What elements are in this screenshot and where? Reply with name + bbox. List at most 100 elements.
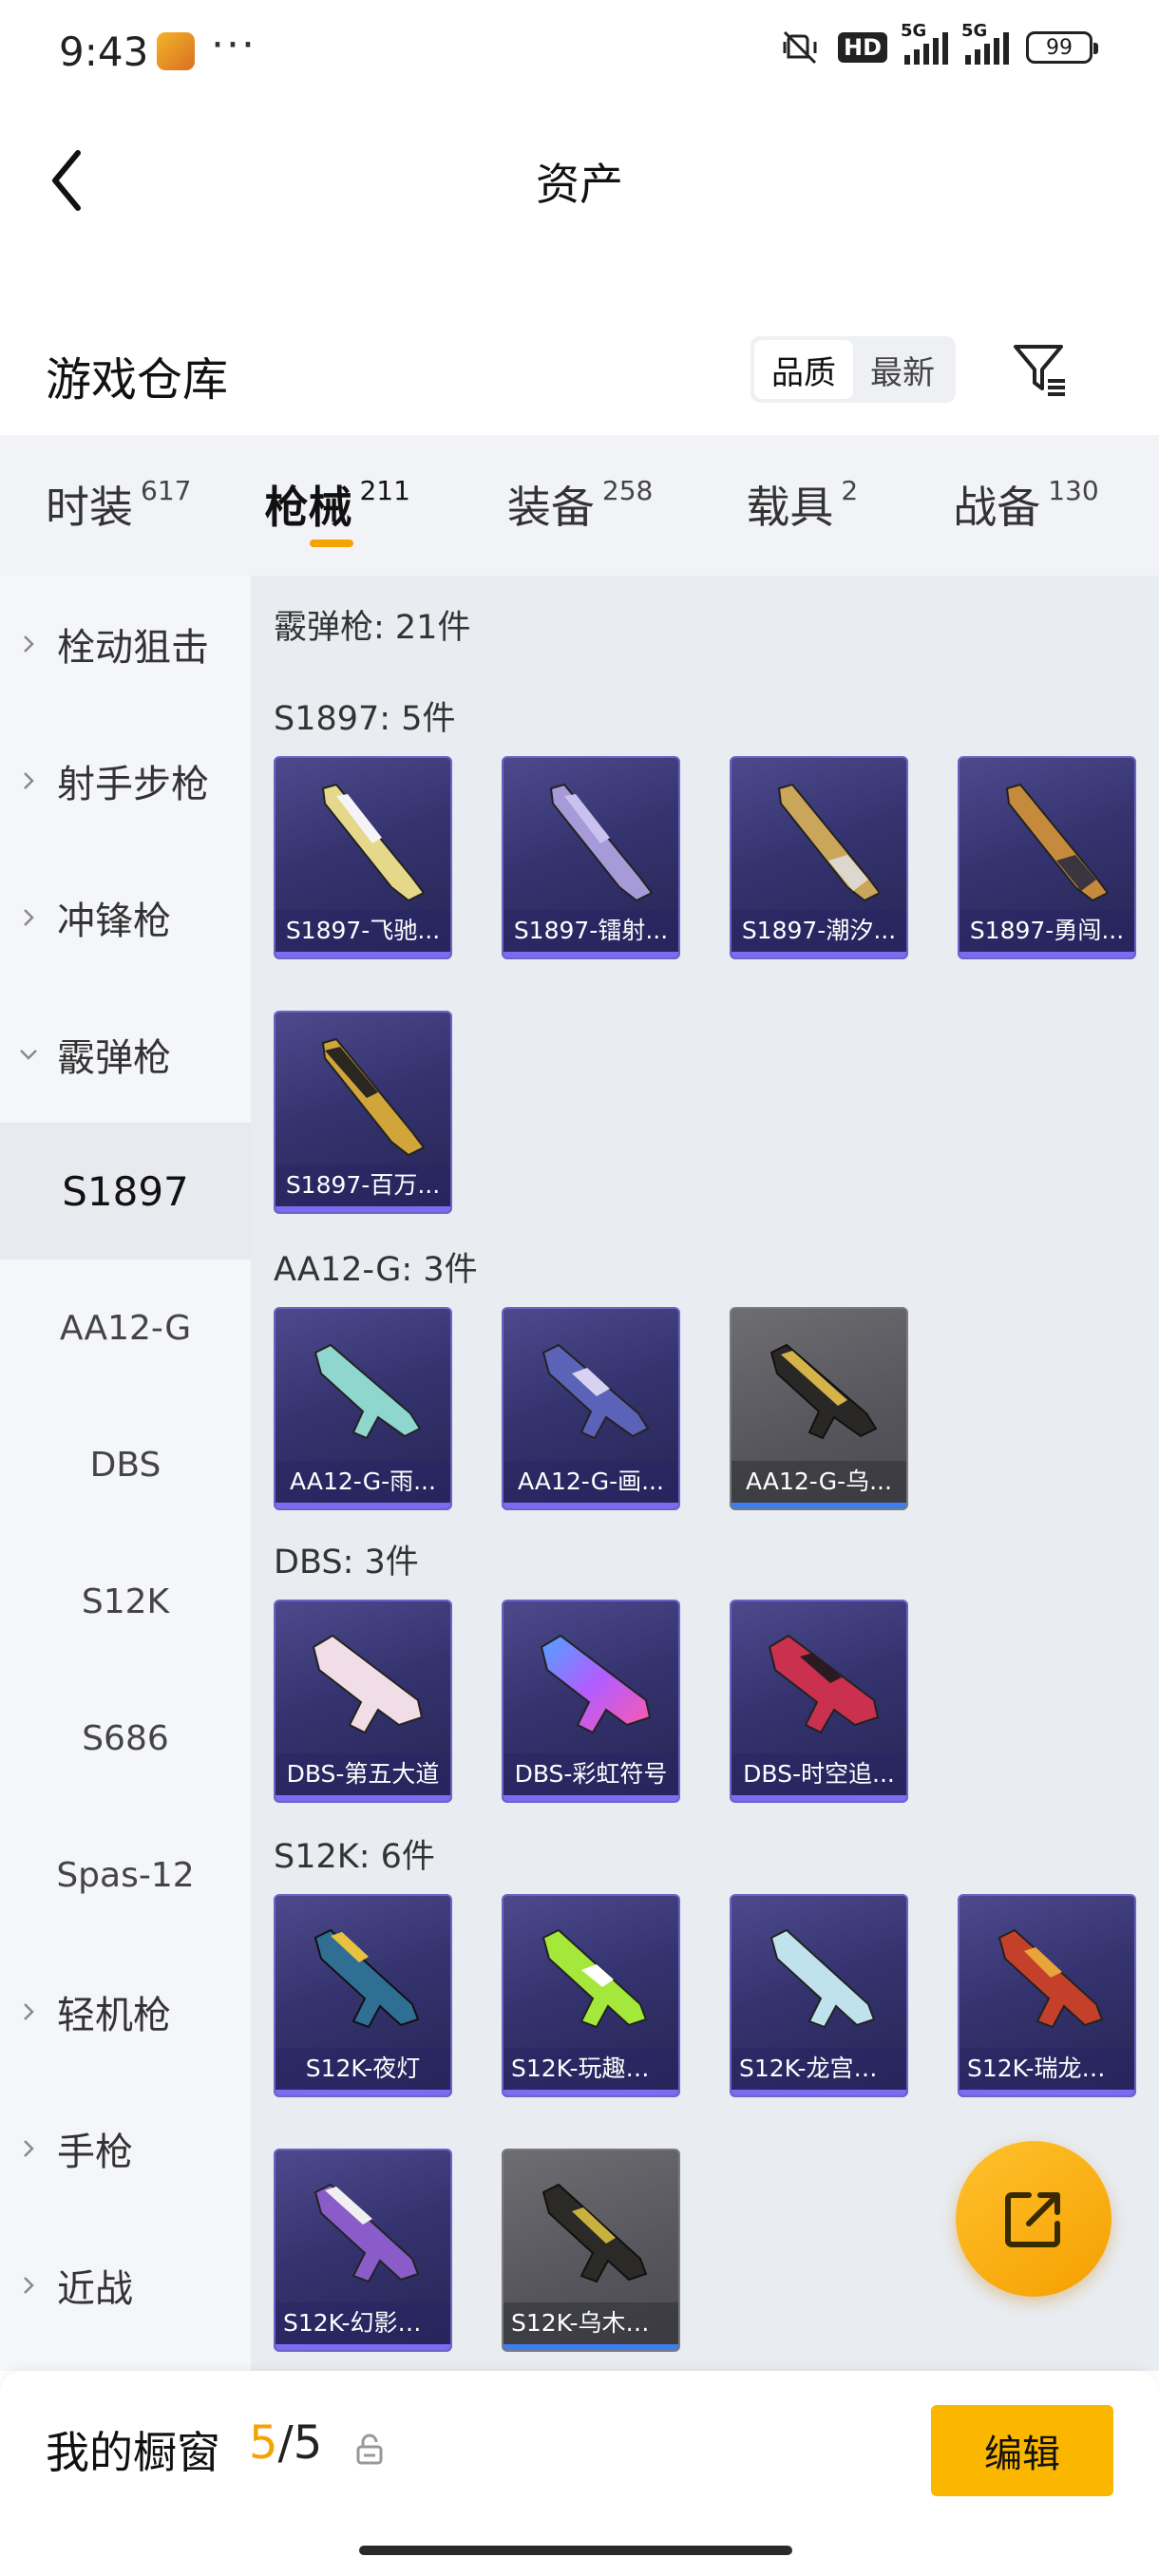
weapon-card[interactable]: S1897-飞驰... bbox=[274, 756, 452, 959]
battery-icon: 99 bbox=[1026, 31, 1098, 64]
home-indicator[interactable] bbox=[359, 2546, 792, 2555]
sidebar-item-label: DBS bbox=[89, 1445, 162, 1485]
weapon-skin-icon bbox=[542, 2183, 648, 2283]
weapon-card[interactable]: DBS-彩虹符号 bbox=[502, 1600, 680, 1803]
weapon-card[interactable]: DBS-时空追... bbox=[730, 1600, 908, 1803]
sidebar-item-bolt-sniper[interactable]: 栓动狙击 bbox=[0, 576, 251, 712]
tab-count: 211 bbox=[359, 475, 410, 506]
rarity-bar bbox=[276, 1206, 450, 1212]
sort-newest-button[interactable]: 最新 bbox=[853, 340, 952, 399]
rarity-bar bbox=[732, 952, 906, 957]
weapon-skin-icon bbox=[1005, 783, 1110, 902]
chevron-right-icon bbox=[0, 2001, 57, 2022]
sidebar-subitem-dbs[interactable]: DBS bbox=[0, 1396, 251, 1533]
weapon-card[interactable]: S12K-夜灯 bbox=[274, 1894, 452, 2097]
chevron-right-icon bbox=[0, 2275, 57, 2296]
weapon-skin-icon bbox=[314, 2183, 420, 2283]
rarity-bar bbox=[504, 1795, 678, 1801]
showcase-separator: / bbox=[277, 2416, 294, 2470]
weapon-name: S12K-幻影战神 bbox=[276, 2302, 450, 2344]
rarity-bar bbox=[276, 952, 450, 957]
sidebar-subitem-spas12[interactable]: Spas-12 bbox=[0, 1807, 251, 1943]
tab-count: 2 bbox=[841, 475, 859, 506]
weapon-name: S1897-勇闯... bbox=[960, 910, 1134, 952]
weapon-card[interactable]: S12K-乌木金纹 bbox=[502, 2149, 680, 2352]
tab-firearms[interactable]: 枪械 211 bbox=[264, 473, 410, 547]
sidebar-item-label: 栓动狙击 bbox=[57, 626, 209, 670]
weapon-card[interactable]: S1897-勇闯... bbox=[958, 756, 1136, 959]
weapon-name: S12K-瑞龙福将 bbox=[960, 2048, 1134, 2090]
sidebar-item-marksman-rifle[interactable]: 射手步枪 bbox=[0, 712, 251, 849]
group-header: S12K: 6件 bbox=[274, 1838, 435, 1876]
status-time: 9:43 bbox=[59, 28, 149, 75]
tab-vehicles[interactable]: 载具 2 bbox=[746, 473, 858, 536]
warehouse-header: 游戏仓库 品质 最新 bbox=[0, 313, 1159, 427]
group-header: S1897: 5件 bbox=[274, 700, 456, 738]
showcase-current: 5 bbox=[249, 2416, 278, 2470]
sidebar-item-pistol[interactable]: 手枪 bbox=[0, 2080, 251, 2217]
tab-supplies[interactable]: 战备 130 bbox=[953, 473, 1098, 536]
showcase-bar: 我的橱窗 5/5 编辑 bbox=[0, 2371, 1159, 2576]
signal-icon-1: 5G bbox=[901, 21, 948, 65]
tab-count: 130 bbox=[1048, 475, 1099, 506]
weapon-skin-icon bbox=[542, 1928, 648, 2029]
sidebar-item-label: AA12-G bbox=[59, 1308, 192, 1348]
sidebar-subitem-aa12g[interactable]: AA12-G bbox=[0, 1260, 251, 1396]
sidebar-item-smg[interactable]: 冲锋枪 bbox=[0, 849, 251, 986]
weapon-card[interactable]: S12K-幻影战神 bbox=[274, 2149, 452, 2352]
sidebar-subitem-s12k[interactable]: S12K bbox=[0, 1533, 251, 1670]
weapon-card[interactable]: DBS-第五大道 bbox=[274, 1600, 452, 1803]
weapon-card[interactable]: S12K-龙宫之主 bbox=[730, 1894, 908, 2097]
weapon-skin-icon bbox=[314, 1928, 420, 2029]
active-tab-indicator bbox=[310, 540, 354, 547]
app-header: 资产 bbox=[0, 104, 1159, 247]
weapon-card[interactable]: S12K-玩趣呆呆 bbox=[502, 1894, 680, 2097]
sidebar-item-label: 手枪 bbox=[57, 2131, 133, 2174]
rarity-bar bbox=[960, 952, 1134, 957]
rarity-bar bbox=[276, 2090, 450, 2095]
chevron-right-icon bbox=[0, 770, 57, 791]
weapon-name: S12K-乌木金纹 bbox=[504, 2302, 678, 2344]
showcase-label: 我的橱窗 bbox=[46, 2427, 220, 2478]
sidebar-item-label: 轻机枪 bbox=[57, 1994, 171, 2037]
weapon-card[interactable]: AA12-G-雨... bbox=[274, 1307, 452, 1510]
weapon-type-sidebar: 栓动狙击 射手步枪 冲锋枪 霰弹枪 S1897 AA12-G DBS S12K … bbox=[0, 576, 251, 2371]
category-tabs: 时装 617 枪械 211 装备 258 载具 2 战备 130 bbox=[0, 435, 1159, 576]
weapon-card[interactable]: S1897-镭射... bbox=[502, 756, 680, 959]
tab-equipment[interactable]: 装备 258 bbox=[507, 473, 653, 536]
sidebar-item-label: S686 bbox=[82, 1718, 169, 1758]
weapon-card[interactable]: S1897-潮汐... bbox=[730, 756, 908, 959]
sidebar-item-melee[interactable]: 近战 bbox=[0, 2217, 251, 2354]
sidebar-item-lmg[interactable]: 轻机枪 bbox=[0, 1943, 251, 2080]
weapon-card[interactable]: AA12-G-乌... bbox=[730, 1307, 908, 1510]
weapon-skin-icon bbox=[540, 1634, 652, 1734]
filter-button[interactable] bbox=[1007, 334, 1074, 405]
tab-fashion[interactable]: 时装 617 bbox=[46, 473, 191, 536]
weapon-card[interactable]: AA12-G-画... bbox=[502, 1307, 680, 1510]
edit-button[interactable]: 编辑 bbox=[931, 2405, 1113, 2496]
weapon-name: DBS-时空追... bbox=[732, 1753, 906, 1795]
sidebar-item-shotgun[interactable]: 霰弹枪 bbox=[0, 986, 251, 1123]
chevron-right-icon bbox=[0, 634, 57, 654]
weapon-card[interactable]: S1897-百万... bbox=[274, 1011, 452, 1214]
weapon-card[interactable]: S12K-瑞龙福将 bbox=[958, 1894, 1136, 2097]
rarity-bar bbox=[960, 2090, 1134, 2095]
chevron-down-icon bbox=[0, 1044, 57, 1065]
group-header: AA12-G: 3件 bbox=[274, 1251, 478, 1289]
more-notifications-icon: ··· bbox=[211, 21, 256, 69]
weapon-name: AA12-G-画... bbox=[504, 1461, 678, 1503]
weapon-name: S1897-百万... bbox=[276, 1165, 450, 1206]
share-button[interactable] bbox=[956, 2141, 1112, 2297]
sidebar-item-label: 近战 bbox=[57, 2267, 133, 2311]
sidebar-item-label: S1897 bbox=[62, 1167, 189, 1215]
tab-label: 时装 bbox=[46, 482, 133, 533]
sort-quality-button[interactable]: 品质 bbox=[754, 340, 853, 399]
sidebar-subitem-s686[interactable]: S686 bbox=[0, 1670, 251, 1807]
lock-icon bbox=[356, 2434, 383, 2465]
weapon-skin-icon bbox=[777, 783, 882, 902]
weapon-name: S12K-夜灯 bbox=[276, 2048, 450, 2090]
rarity-bar bbox=[276, 1795, 450, 1801]
game-app-icon bbox=[157, 32, 195, 70]
sidebar-subitem-s1897[interactable]: S1897 bbox=[0, 1123, 251, 1260]
weapon-name: DBS-彩虹符号 bbox=[504, 1753, 678, 1795]
